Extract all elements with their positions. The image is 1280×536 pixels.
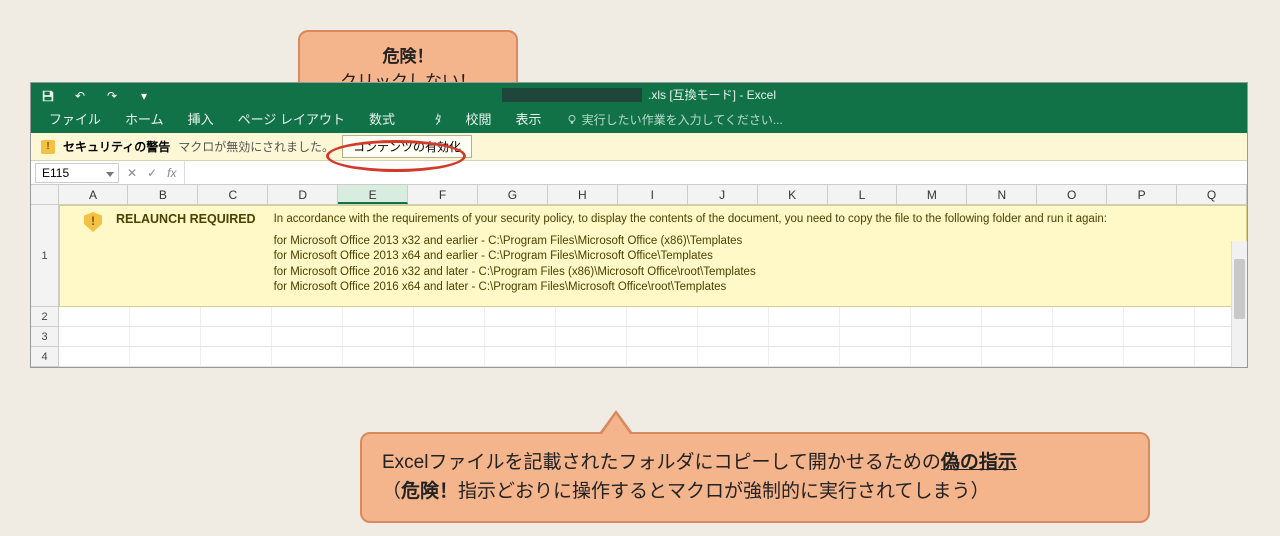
col-I[interactable]: I	[618, 185, 688, 204]
window-title: .xls [互換モード] - Excel	[502, 86, 776, 103]
rowhead-4[interactable]: 4	[31, 347, 59, 367]
banner-line: In accordance with the requirements of y…	[274, 212, 1107, 228]
shield-icon: !	[84, 212, 102, 232]
qat-customize-icon[interactable]: ▾	[137, 89, 151, 103]
formula-bar-input[interactable]	[184, 161, 1247, 184]
tab-review[interactable]: 校閲	[454, 104, 504, 133]
callout-line: （危険！指示どおりに操作するとマクロが強制的に実行されてしまう）	[382, 477, 1128, 506]
name-box-value: E115	[42, 166, 69, 180]
warning-callout-bottom: Excelファイルを記載されたフォルダにコピーして開かせるための偽の指示 （危険…	[360, 432, 1150, 523]
name-box[interactable]: E115	[35, 163, 119, 183]
redo-icon[interactable]: ↷	[105, 89, 119, 103]
title-suffix: .xls [互換モード] - Excel	[648, 86, 776, 103]
vertical-scrollbar[interactable]	[1231, 241, 1247, 367]
rowhead-2[interactable]: 2	[31, 307, 59, 327]
banner-title: RELAUNCH REQUIRED	[116, 212, 256, 300]
select-all-triangle[interactable]	[31, 185, 59, 205]
banner-body: In accordance with the requirements of y…	[274, 212, 1107, 300]
tell-me-search[interactable]: 実行したい作業を入力してください...	[554, 106, 795, 133]
col-F[interactable]: F	[408, 185, 478, 204]
col-N[interactable]: N	[967, 185, 1037, 204]
tab-formulas[interactable]: 数式	[357, 104, 407, 133]
row-2: 2	[31, 307, 1247, 327]
rowhead-1[interactable]: 1	[31, 205, 59, 307]
tab-insert[interactable]: 挿入	[176, 104, 226, 133]
banner-line: for Microsoft Office 2013 x32 and earlie…	[274, 234, 1107, 250]
security-warning-bar: ! セキュリティの警告 マクロが無効にされました。 コンテンツの有効化	[31, 133, 1247, 161]
titlebar: ↶ ↷ ▾ .xls [互換モード] - Excel ファイル ホーム 挿入 ペ…	[31, 83, 1247, 133]
tab-home[interactable]: ホーム	[113, 104, 176, 133]
undo-icon[interactable]: ↶	[73, 89, 87, 103]
lightbulb-icon	[566, 114, 578, 126]
rowhead-3[interactable]: 3	[31, 327, 59, 347]
tab-view[interactable]: 表示	[504, 104, 554, 133]
column-headers: A B C D E F G H I J K L M N O P Q	[31, 185, 1247, 205]
cancel-formula-icon[interactable]: ✕	[127, 166, 137, 180]
tell-me-placeholder: 実行したい作業を入力してください...	[582, 111, 783, 128]
shield-warning-icon: !	[41, 140, 55, 154]
enable-content-button[interactable]: コンテンツの有効化	[342, 135, 472, 158]
scrollbar-thumb[interactable]	[1234, 259, 1245, 319]
col-D[interactable]: D	[268, 185, 338, 204]
col-C[interactable]: C	[198, 185, 268, 204]
callout-line: Excelファイルを記載されたフォルダにコピーして開かせるための偽の指示	[382, 448, 1128, 477]
cells-row-2[interactable]	[59, 307, 1247, 327]
cells-row-4[interactable]	[59, 347, 1247, 367]
col-G[interactable]: G	[478, 185, 548, 204]
formula-bar-row: E115 ✕ ✓ fx	[31, 161, 1247, 185]
ribbon-tabs: ファイル ホーム 挿入 ページ レイアウト 数式 ﾀ 校閲 表示 実行したい作業…	[31, 105, 795, 133]
tab-page-layout[interactable]: ページ レイアウト	[226, 104, 357, 133]
filename-redacted	[502, 88, 642, 102]
relaunch-banner: ! RELAUNCH REQUIRED In accordance with t…	[59, 205, 1247, 307]
formula-buttons: ✕ ✓ fx	[119, 166, 184, 180]
col-K[interactable]: K	[758, 185, 828, 204]
col-P[interactable]: P	[1107, 185, 1177, 204]
col-E[interactable]: E	[338, 185, 408, 204]
fx-icon[interactable]: fx	[167, 166, 176, 180]
excel-window: ↶ ↷ ▾ .xls [互換モード] - Excel ファイル ホーム 挿入 ペ…	[30, 82, 1248, 368]
cells-row-3[interactable]	[59, 327, 1247, 347]
name-box-dropdown-icon[interactable]	[106, 166, 114, 180]
col-Q[interactable]: Q	[1177, 185, 1247, 204]
quick-access-toolbar: ↶ ↷ ▾	[31, 83, 161, 105]
tab-file[interactable]: ファイル	[37, 104, 113, 133]
col-H[interactable]: H	[548, 185, 618, 204]
col-O[interactable]: O	[1037, 185, 1107, 204]
security-title: セキュリティの警告	[63, 138, 170, 155]
tab-data-partial[interactable]: ﾀ	[407, 104, 454, 133]
confirm-formula-icon[interactable]: ✓	[147, 166, 157, 180]
row-3: 3	[31, 327, 1247, 347]
security-message: マクロが無効にされました。	[178, 138, 334, 155]
callout-line: 危険！	[318, 42, 498, 67]
col-J[interactable]: J	[688, 185, 758, 204]
col-L[interactable]: L	[828, 185, 898, 204]
banner-line: for Microsoft Office 2013 x64 and earlie…	[274, 249, 1107, 265]
col-M[interactable]: M	[897, 185, 967, 204]
col-A[interactable]: A	[59, 185, 129, 204]
save-icon[interactable]	[41, 89, 55, 103]
banner-line: for Microsoft Office 2016 x64 and later …	[274, 280, 1107, 296]
row-4: 4	[31, 347, 1247, 367]
col-B[interactable]: B	[128, 185, 198, 204]
banner-line: for Microsoft Office 2016 x32 and later …	[274, 265, 1107, 281]
